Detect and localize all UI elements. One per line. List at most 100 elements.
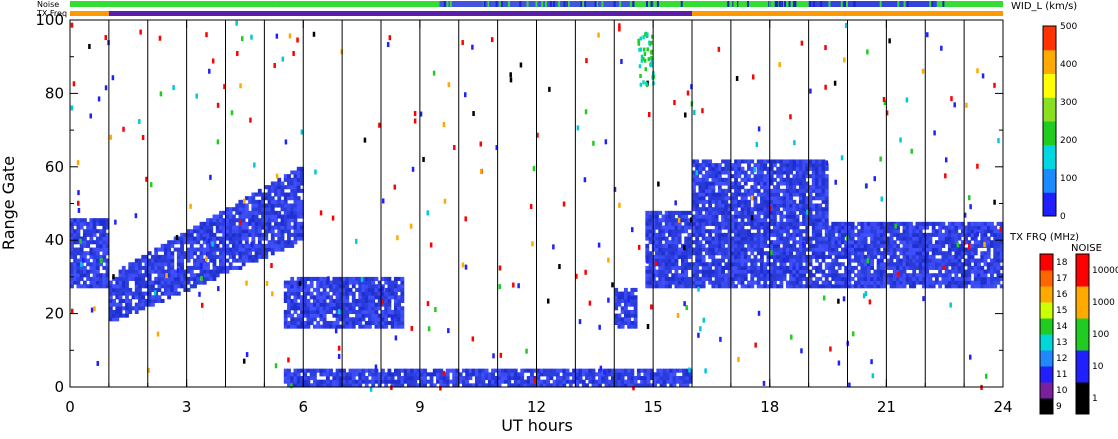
scatter-point — [211, 242, 214, 247]
echo-cell — [245, 240, 249, 244]
echo-cell — [687, 222, 691, 226]
scatter-point — [894, 223, 897, 228]
scatter-point — [338, 309, 341, 314]
echo-cell — [297, 196, 301, 200]
echo-cell — [825, 222, 829, 226]
scatter-point — [865, 183, 868, 188]
echo-cell — [229, 262, 233, 266]
echo-cell — [760, 255, 764, 259]
echo-cell — [634, 306, 638, 310]
scatter-point — [648, 57, 651, 61]
echo-cell — [718, 163, 722, 167]
scatter-point — [841, 155, 844, 160]
echo-cell — [818, 262, 822, 266]
echo-cell — [294, 299, 298, 303]
echo-cell — [919, 229, 923, 233]
echo-cell — [822, 251, 826, 255]
noise-speckle — [584, 1, 586, 7]
echo-cell — [744, 262, 748, 266]
echo-cell — [297, 185, 301, 189]
scatter-point — [646, 259, 649, 264]
scatter-point — [443, 122, 446, 127]
echo-cell — [649, 251, 653, 255]
echo-cell — [890, 259, 894, 263]
echo-cell — [83, 266, 87, 270]
echo-cell — [687, 233, 691, 237]
echo-cell — [520, 372, 524, 376]
echo-cell — [825, 277, 829, 281]
scatter-point — [82, 258, 85, 263]
echo-cell — [271, 196, 275, 200]
echo-cell — [773, 163, 777, 167]
scatter-point — [657, 182, 660, 187]
scatter-point — [584, 270, 587, 275]
echo-cell — [180, 244, 184, 248]
echo-cell — [698, 211, 702, 215]
echo-cell — [984, 233, 988, 237]
scatter-point — [453, 145, 456, 150]
echo-cell — [702, 255, 706, 259]
echo-cell — [662, 233, 666, 237]
echo-cell — [760, 170, 764, 174]
echo-cell — [773, 178, 777, 182]
echo-cell — [809, 192, 813, 196]
echo-cell — [634, 310, 638, 314]
scatter-point — [643, 48, 646, 52]
scatter-point — [801, 41, 804, 46]
noise-speckle — [794, 1, 796, 7]
echo-cell — [744, 251, 748, 255]
echo-cell — [825, 174, 829, 178]
noise-speckle — [747, 1, 749, 7]
scatter-point — [620, 59, 623, 64]
scatter-point — [906, 97, 909, 102]
noise-speckle — [781, 1, 783, 7]
scatter-point — [577, 125, 580, 130]
echo-cell — [848, 255, 852, 259]
echo-cell — [216, 273, 220, 277]
echo-cell — [870, 259, 874, 263]
echo-cell — [702, 204, 706, 208]
scatter-point — [763, 381, 766, 386]
scatter-point — [910, 149, 913, 154]
scatter-point — [313, 32, 316, 37]
scatter-point — [205, 32, 208, 37]
echo-cell — [190, 270, 194, 274]
echo-cell — [281, 189, 285, 193]
echo-cell — [974, 251, 978, 255]
echo-cell — [303, 372, 307, 376]
scatter-point — [89, 113, 92, 118]
echo-cell — [80, 277, 84, 281]
echo-cell — [652, 229, 656, 233]
scatter-point — [547, 299, 550, 304]
echo-cell — [967, 262, 971, 266]
noise-speckle — [931, 1, 933, 7]
echo-cell — [786, 240, 790, 244]
echo-cell — [809, 240, 813, 244]
echo-cell — [125, 284, 129, 288]
noise-speckle — [496, 1, 498, 7]
echo-cell — [384, 317, 388, 321]
echo-cell — [634, 314, 638, 318]
scatter-point — [235, 21, 238, 26]
echo-cell — [621, 325, 625, 329]
echo-cell — [362, 372, 366, 376]
scatter-point — [877, 259, 880, 264]
echo-cell — [993, 226, 997, 230]
scatter-point — [944, 173, 947, 178]
echo-cell — [763, 218, 767, 222]
echo-cell — [964, 237, 968, 241]
scatter-point — [299, 281, 302, 286]
noise-speckle — [666, 1, 668, 7]
echo-cell — [687, 237, 691, 241]
scatter-point — [976, 68, 979, 73]
echo-cell — [744, 170, 748, 174]
echo-cell — [297, 372, 301, 376]
scatter-point — [968, 244, 971, 249]
echo-cell — [825, 207, 829, 211]
echo-cell — [990, 222, 994, 226]
echo-cell — [290, 244, 294, 248]
echo-cell — [187, 281, 191, 285]
scatter-point — [640, 37, 643, 41]
echo-cell — [187, 259, 191, 263]
scatter-point — [355, 239, 358, 244]
